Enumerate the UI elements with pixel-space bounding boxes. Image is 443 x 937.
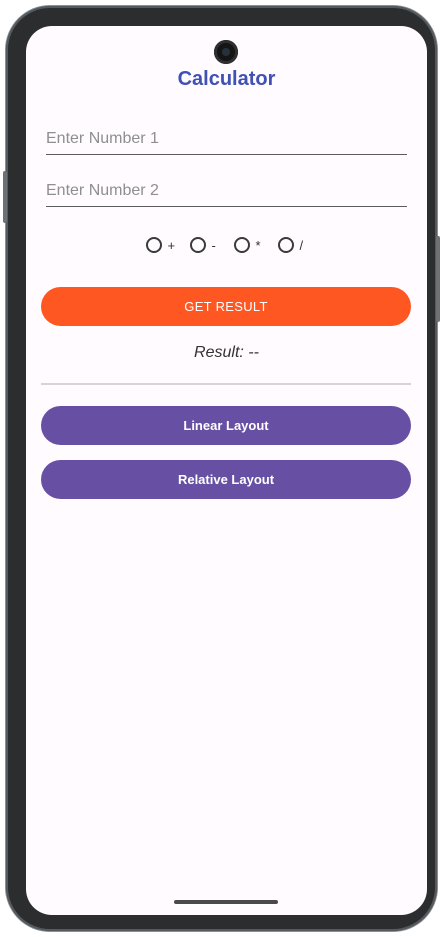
radio-divide[interactable]: / <box>277 237 308 253</box>
number2-input[interactable] <box>46 176 407 207</box>
divider <box>41 383 411 385</box>
radio-subtract[interactable]: - <box>189 237 220 253</box>
radio-unchecked-icon <box>145 237 162 253</box>
radio-multiply[interactable]: * <box>233 237 264 253</box>
relative-layout-button[interactable]: Relative Layout <box>41 460 411 499</box>
get-result-button[interactable]: GET RESULT <box>41 287 411 326</box>
app-screen: Calculator + - * / GET RESULT Result: --… <box>26 26 427 915</box>
operation-radio-group: + - * / <box>26 237 427 253</box>
radio-label: / <box>299 237 304 253</box>
radio-label: * <box>255 237 261 253</box>
radio-label: - <box>211 237 216 253</box>
home-indicator[interactable] <box>174 900 278 904</box>
number1-input[interactable] <box>46 124 407 155</box>
app-title: Calculator <box>177 68 276 90</box>
volume-button <box>436 236 440 322</box>
radio-label: + <box>167 237 176 253</box>
power-button <box>3 171 7 223</box>
radio-unchecked-icon <box>233 237 250 253</box>
linear-layout-button[interactable]: Linear Layout <box>41 406 411 445</box>
radio-unchecked-icon <box>189 237 206 253</box>
radio-unchecked-icon <box>277 237 294 253</box>
front-camera-icon <box>214 40 238 64</box>
result-text: Result: -- <box>194 344 259 361</box>
radio-add[interactable]: + <box>145 237 176 253</box>
